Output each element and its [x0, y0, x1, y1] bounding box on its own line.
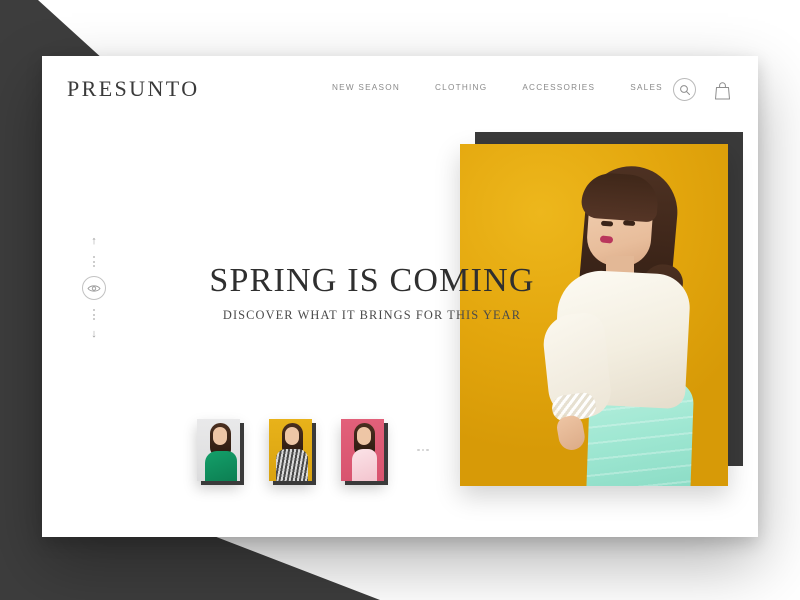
thumbnail-item-2[interactable]	[269, 419, 312, 481]
thumbnail-item-3[interactable]	[341, 419, 384, 481]
eye-icon	[87, 284, 101, 292]
thumb-1-face	[213, 427, 227, 445]
thumbnail-item-1[interactable]	[197, 419, 240, 481]
brand-logo[interactable]: PRESUNTO	[67, 76, 200, 102]
model-lips	[599, 235, 614, 244]
scroll-down-arrow[interactable]: ↓	[91, 329, 97, 340]
nav-item-new-season[interactable]: NEW SEASON	[332, 83, 400, 92]
thumb-3-face	[357, 427, 371, 445]
shopping-bag-icon	[715, 81, 730, 99]
nav-item-accessories[interactable]: ACCESSORIES	[522, 83, 595, 92]
scroll-up-arrow[interactable]: ↑	[91, 236, 97, 247]
hero-image[interactable]	[460, 144, 728, 486]
preview-toggle-button[interactable]	[82, 276, 106, 300]
search-button[interactable]	[673, 78, 696, 101]
thumbnail-strip	[197, 419, 429, 481]
main-navigation: NEW SEASON CLOTHING ACCESSORIES SALES	[332, 83, 663, 92]
thumb-3-dress	[352, 449, 377, 481]
screenshot-stage: PRESUNTO NEW SEASON CLOTHING ACCESSORIES…	[0, 0, 800, 600]
nav-item-sales[interactable]: SALES	[630, 83, 663, 92]
rail-dots-bottom	[93, 309, 95, 320]
thumb-2-blazer	[276, 449, 308, 481]
cart-button[interactable]	[714, 80, 732, 100]
header-actions	[673, 78, 732, 101]
vertical-scroll-rail: ↑ ↓	[82, 236, 106, 340]
thumb-1-dress	[205, 451, 237, 481]
more-thumbnails-button[interactable]	[417, 448, 429, 452]
rail-dots-top	[93, 256, 95, 267]
website-card: PRESUNTO NEW SEASON CLOTHING ACCESSORIES…	[42, 56, 758, 537]
site-header: PRESUNTO NEW SEASON CLOTHING ACCESSORIES…	[42, 56, 758, 126]
thumb-2-face	[285, 427, 299, 445]
nav-item-clothing[interactable]: CLOTHING	[435, 83, 487, 92]
search-icon	[679, 84, 690, 95]
